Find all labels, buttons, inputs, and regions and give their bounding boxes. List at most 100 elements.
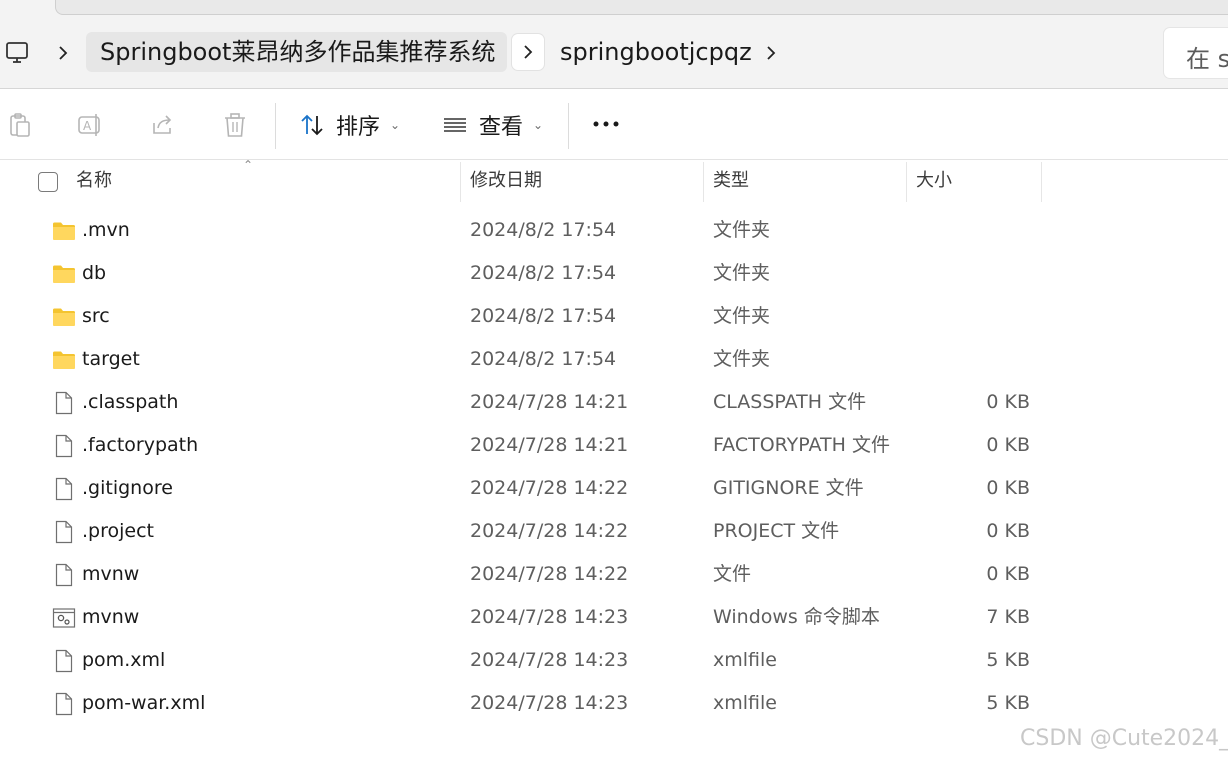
file-type: CLASSPATH 文件 xyxy=(713,391,867,413)
column-divider[interactable] xyxy=(703,162,704,202)
breadcrumb-dropdown[interactable] xyxy=(512,34,544,70)
address-bar: Springboot莱昂纳多作品集推荐系统 springbootjcpqz 在 … xyxy=(0,22,1228,89)
file-row[interactable]: .mvn 2024/8/2 17:54 文件夹 xyxy=(0,209,1228,252)
file-icon xyxy=(52,692,76,716)
breadcrumb-item[interactable]: springbootjcpqz xyxy=(560,32,752,72)
file-name: .mvn xyxy=(82,219,130,241)
column-header-date[interactable]: 修改日期 xyxy=(470,160,542,204)
file-row[interactable]: mvnw 2024/7/28 14:22 文件 0 KB xyxy=(0,553,1228,596)
more-options-icon[interactable] xyxy=(592,119,622,129)
file-type: Windows 命令脚本 xyxy=(713,606,880,628)
file-name: mvnw xyxy=(82,606,140,628)
column-divider[interactable] xyxy=(906,162,907,202)
file-size: 5 KB xyxy=(986,649,1030,671)
file-icon xyxy=(52,477,76,501)
column-divider[interactable] xyxy=(460,162,461,202)
folder-icon xyxy=(52,305,76,329)
toolbar-divider xyxy=(568,103,569,149)
file-type: PROJECT 文件 xyxy=(713,520,840,542)
file-type: 文件夹 xyxy=(713,305,771,327)
file-name: .classpath xyxy=(82,391,179,413)
command-bar: A 排序 ⌄ 查看 ⌄ xyxy=(0,89,1228,160)
file-type: 文件夹 xyxy=(713,262,771,284)
file-list: .mvn 2024/8/2 17:54 文件夹 db 2024/8/2 17:54 文件夹… xyxy=(0,209,1228,725)
chevron-down-icon: ⌄ xyxy=(390,118,401,132)
script-file-icon xyxy=(52,606,76,630)
file-size xyxy=(912,338,1030,381)
file-row[interactable]: db 2024/8/2 17:54 文件夹 xyxy=(0,252,1228,295)
file-row[interactable]: target 2024/8/2 17:54 文件夹 xyxy=(0,338,1228,381)
chevron-right-icon[interactable] xyxy=(762,40,780,66)
sort-button[interactable]: 排序 ⌄ xyxy=(298,107,400,143)
file-icon xyxy=(52,434,76,458)
folder-icon xyxy=(52,348,76,372)
file-modified-date: 2024/8/2 17:54 xyxy=(470,219,617,241)
file-icon xyxy=(52,520,76,544)
chevron-right-icon[interactable] xyxy=(54,40,72,66)
file-type: xmlfile xyxy=(713,692,777,714)
file-icon xyxy=(52,391,76,415)
file-modified-date: 2024/7/28 14:23 xyxy=(470,606,629,628)
view-icon xyxy=(444,118,466,132)
file-name: src xyxy=(82,305,110,327)
paste-icon[interactable] xyxy=(6,111,34,139)
breadcrumb-item[interactable]: Springboot莱昂纳多作品集推荐系统 xyxy=(86,32,508,72)
file-type: 文件夹 xyxy=(713,348,771,370)
watermark: CSDN @Cute2024_ xyxy=(1020,726,1228,751)
view-label: 查看 xyxy=(479,115,524,140)
file-modified-date: 2024/8/2 17:54 xyxy=(470,305,617,327)
file-name: .project xyxy=(82,520,154,542)
file-name: target xyxy=(82,348,140,370)
file-row[interactable]: .project 2024/7/28 14:22 PROJECT 文件 0 KB xyxy=(0,510,1228,553)
column-divider[interactable] xyxy=(1041,162,1042,202)
file-row[interactable]: .classpath 2024/7/28 14:21 CLASSPATH 文件 0 K… xyxy=(0,381,1228,424)
file-name: .factorypath xyxy=(82,434,199,456)
file-size: 0 KB xyxy=(986,391,1030,413)
column-header-size[interactable]: 大小 xyxy=(916,160,952,204)
svg-text:A: A xyxy=(83,119,92,133)
folder-icon xyxy=(52,219,76,243)
share-icon[interactable] xyxy=(149,111,177,139)
column-header-name[interactable]: 名称 xyxy=(76,160,112,204)
tab-edge xyxy=(55,0,1228,15)
column-header-type[interactable]: 类型 xyxy=(713,160,749,204)
sort-label: 排序 xyxy=(336,115,381,140)
file-size xyxy=(912,295,1030,338)
file-modified-date: 2024/7/28 14:22 xyxy=(470,563,629,585)
toolbar-divider xyxy=(275,103,276,149)
chevron-down-icon: ⌄ xyxy=(533,118,544,132)
window-top-strip xyxy=(0,0,1228,22)
file-size xyxy=(912,252,1030,295)
file-size: 0 KB xyxy=(986,563,1030,585)
file-row[interactable]: mvnw 2024/7/28 14:23 Windows 命令脚本 7 KB xyxy=(0,596,1228,639)
file-name: pom.xml xyxy=(82,649,166,671)
file-type: 文件 xyxy=(713,563,752,585)
search-input[interactable]: 在 s xyxy=(1164,28,1228,78)
file-type: xmlfile xyxy=(713,649,777,671)
rename-icon[interactable]: A xyxy=(76,111,104,139)
file-row[interactable]: pom.xml 2024/7/28 14:23 xmlfile 5 KB xyxy=(0,639,1228,682)
sort-icon xyxy=(301,114,323,136)
select-all-checkbox[interactable] xyxy=(38,172,58,192)
file-row[interactable]: pom-war.xml 2024/7/28 14:23 xmlfile 5 KB xyxy=(0,682,1228,725)
file-modified-date: 2024/7/28 14:22 xyxy=(470,477,629,499)
file-name: .gitignore xyxy=(82,477,173,499)
file-name: db xyxy=(82,262,107,284)
column-header-row: ⌃ 名称 修改日期 类型 大小 xyxy=(0,158,1228,204)
delete-icon[interactable] xyxy=(221,111,249,139)
file-size xyxy=(912,209,1030,252)
sort-ascending-icon: ⌃ xyxy=(243,158,254,172)
folder-icon xyxy=(52,262,76,286)
file-modified-date: 2024/7/28 14:23 xyxy=(470,692,629,714)
computer-icon[interactable] xyxy=(4,40,30,66)
view-button[interactable]: 查看 ⌄ xyxy=(441,107,543,143)
file-row[interactable]: src 2024/8/2 17:54 文件夹 xyxy=(0,295,1228,338)
file-name: pom-war.xml xyxy=(82,692,206,714)
file-row[interactable]: .gitignore 2024/7/28 14:22 GITIGNORE 文件 0 K… xyxy=(0,467,1228,510)
file-type: FACTORYPATH 文件 xyxy=(713,434,890,456)
file-size: 7 KB xyxy=(986,606,1030,628)
file-icon xyxy=(52,649,76,673)
file-row[interactable]: .factorypath 2024/7/28 14:21 FACTORYPATH 文… xyxy=(0,424,1228,467)
file-name: mvnw xyxy=(82,563,140,585)
file-icon xyxy=(52,563,76,587)
